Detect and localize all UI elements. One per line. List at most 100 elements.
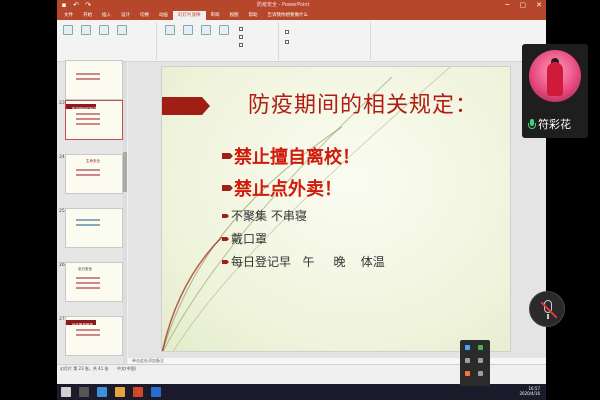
close-icon[interactable]: ✕ — [536, 0, 542, 11]
minimize-icon[interactable]: ─ — [505, 0, 509, 11]
thumbnail-title: 生命安全 — [86, 159, 100, 163]
members-icon[interactable] — [478, 358, 483, 363]
ribbon-group-start-slideshow — [59, 22, 157, 60]
slide-number: 26 — [59, 263, 65, 268]
record-icon[interactable] — [465, 371, 470, 376]
thumbnail-title: 地产教育教育 — [72, 323, 93, 327]
powerpoint-taskbar-icon[interactable] — [133, 387, 143, 397]
window-controls: ─ ▢ ✕ — [505, 0, 542, 11]
bullet-text: 不聚集 不串寝 — [231, 209, 307, 223]
thumbnail-title: 出行安全 — [78, 267, 92, 271]
slide-edit-area: 防疫期间的相关规定： 禁止擅自离校！ 禁止点外卖！ 不聚集 不串寝 戴口罩 每日… — [128, 62, 546, 358]
title-accent-tab — [162, 97, 210, 115]
thumbnail-title: 防疫期间的相关规定 — [72, 107, 104, 111]
maximize-icon[interactable]: ▢ — [520, 0, 527, 11]
arrow-bullet-icon — [222, 259, 229, 264]
slide-number: 25 — [59, 209, 65, 214]
tab-review[interactable]: 审阅 — [206, 11, 225, 20]
mute-mic-button[interactable] — [529, 291, 565, 327]
from-beginning-button[interactable] — [61, 25, 75, 35]
rehearse-timings-button[interactable] — [199, 25, 213, 35]
arrow-bullet-icon — [222, 185, 233, 191]
clock: 16:57 2020/4/16 — [519, 386, 540, 396]
ribbon-tabs: 文件 开始 插入 设计 切换 动画 幻灯片放映 审阅 视图 帮助 告诉我你想要做… — [57, 11, 546, 20]
tab-home[interactable]: 开始 — [78, 11, 97, 20]
language-indicator[interactable]: 中文(中国) — [117, 366, 136, 372]
arrow-bullet-icon — [222, 236, 229, 241]
browser-icon[interactable] — [97, 387, 107, 397]
slide-title: 防疫期间的相关规定： — [248, 93, 479, 118]
bullet-big: 禁止擅自离校！ — [222, 143, 360, 169]
slide-thumbnail[interactable]: 24 生命安全 — [59, 154, 123, 194]
slide-thumbnail[interactable]: 26 出行安全 — [59, 262, 123, 302]
video-icon[interactable] — [478, 345, 483, 350]
arrow-bullet-icon — [222, 153, 233, 159]
window-title: 防疫安全 - PowerPoint — [257, 2, 310, 8]
bullet-big: 禁止点外卖！ — [222, 175, 342, 201]
ribbon-group-setup — [159, 22, 279, 60]
tab-design[interactable]: 设计 — [116, 11, 135, 20]
search-icon[interactable] — [79, 387, 89, 397]
save-icon[interactable]: ▪ — [60, 1, 68, 9]
tab-file[interactable]: 文件 — [59, 11, 78, 20]
windows-start-icon[interactable] — [61, 387, 71, 397]
slide-thumbnail[interactable] — [65, 60, 123, 100]
screen: ▪ ↶ ↷ 防疫安全 - PowerPoint ─ ▢ ✕ 文件 开始 插入 设… — [0, 0, 600, 400]
bullet-small: 每日登记早 午 晚 体温 — [222, 253, 385, 270]
presenter-view-checkbox[interactable] — [285, 40, 289, 44]
participant-name-text: 符彩花 — [538, 118, 571, 131]
app-taskbar-icon[interactable] — [151, 387, 161, 397]
chat-icon[interactable] — [465, 358, 470, 363]
slide-counter: 幻灯片 第 23 张，共 41 张 — [60, 366, 109, 371]
bullet-text: 禁止点外卖！ — [234, 179, 342, 200]
bullet-text: 戴口罩 — [231, 232, 268, 246]
play-narrations-checkbox[interactable] — [239, 27, 243, 31]
participant-tile[interactable]: 符彩花 — [522, 44, 588, 138]
custom-slideshow-button[interactable] — [115, 25, 129, 35]
hide-slide-button[interactable] — [181, 25, 195, 35]
tab-transitions[interactable]: 切换 — [135, 11, 154, 20]
participant-name: 符彩花 — [528, 116, 571, 132]
present-online-button[interactable] — [97, 25, 111, 35]
slide-thumbnail[interactable]: 25 — [59, 208, 123, 248]
settings-icon[interactable] — [478, 371, 483, 376]
floating-toolbar — [460, 340, 490, 386]
powerpoint-window: ▪ ↶ ↷ 防疫安全 - PowerPoint ─ ▢ ✕ 文件 开始 插入 设… — [57, 0, 546, 384]
redo-icon[interactable]: ↷ — [84, 1, 92, 9]
slide-number: 27 — [59, 317, 65, 322]
current-slide[interactable]: 防疫期间的相关规定： 禁止擅自离校！ 禁止点外卖！ 不聚集 不串寝 戴口罩 每日… — [161, 66, 511, 352]
setup-slideshow-button[interactable] — [163, 25, 177, 35]
tab-insert[interactable]: 插入 — [97, 11, 116, 20]
bullet-small: 戴口罩 — [222, 230, 267, 247]
show-media-controls-checkbox[interactable] — [239, 43, 243, 47]
slide-thumbnails-pane: 23 防疫期间的相关规定 24 生命安全 25 26 出行安全 27 地产教育教… — [57, 60, 127, 364]
bullet-small: 不聚集 不串寝 — [222, 207, 307, 224]
tab-help[interactable]: 帮助 — [244, 11, 263, 20]
tab-view[interactable]: 视图 — [225, 11, 244, 20]
bullet-text: 每日登记早 午 晚 体温 — [231, 255, 385, 269]
ribbon — [57, 20, 546, 62]
avatar — [529, 50, 581, 102]
slide-number: 24 — [59, 155, 65, 160]
from-current-button[interactable] — [79, 25, 93, 35]
tab-animations[interactable]: 动画 — [154, 11, 173, 20]
use-timings-checkbox[interactable] — [239, 35, 243, 39]
folder-icon[interactable] — [115, 387, 125, 397]
undo-icon[interactable]: ↶ — [72, 1, 80, 9]
thumbnails-scrollbar[interactable] — [123, 62, 127, 364]
slide-number: 23 — [59, 101, 65, 106]
tab-slideshow[interactable]: 幻灯片放映 — [173, 11, 206, 20]
quick-access-toolbar: ▪ ↶ ↷ — [60, 1, 92, 9]
taskbar: 16:57 2020/4/16 — [57, 384, 546, 400]
tell-me-search[interactable]: 告诉我你想要做什么 — [263, 11, 314, 20]
bullet-text: 禁止擅自离校！ — [234, 147, 360, 168]
clock-date: 2020/4/16 — [519, 391, 540, 396]
title-bar: ▪ ↶ ↷ 防疫安全 - PowerPoint ─ ▢ ✕ — [57, 0, 546, 11]
slide-thumbnail[interactable]: 27 地产教育教育 — [59, 316, 123, 356]
monitor-select[interactable] — [285, 30, 289, 34]
record-slideshow-button[interactable] — [217, 25, 231, 35]
arrow-bullet-icon — [222, 213, 229, 218]
slide-thumbnail-selected[interactable]: 23 防疫期间的相关规定 — [59, 100, 123, 140]
ribbon-group-monitors — [281, 22, 371, 60]
share-icon[interactable] — [465, 345, 470, 350]
